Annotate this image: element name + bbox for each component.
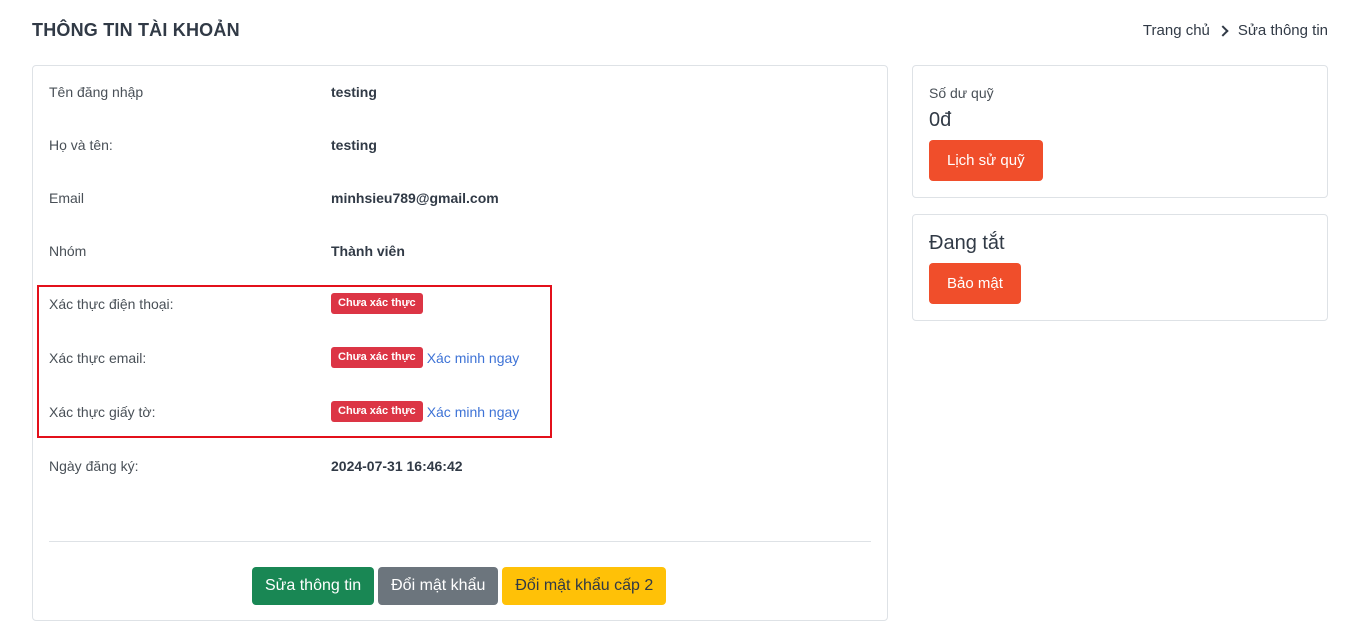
info-row-verify-email: Xác thực email: Chưa xác thực Xác minh n…	[49, 347, 869, 371]
change-password-level2-button[interactable]: Đổi mật khẩu cấp 2	[502, 567, 667, 605]
card-divider	[49, 541, 871, 542]
info-row-fullname: Họ và tên: testing	[49, 134, 869, 158]
email-label: Email	[49, 190, 85, 206]
page-title: THÔNG TIN TÀI KHOẢN	[32, 20, 240, 40]
change-password-button[interactable]: Đổi mật khẩu	[378, 567, 499, 605]
edit-info-button[interactable]: Sửa thông tin	[252, 567, 375, 605]
verify-phone-value: Chưa xác thực	[331, 293, 423, 314]
verify-docs-value: Chưa xác thực Xác minh ngay	[331, 401, 519, 422]
register-date-label: Ngày đăng ký:	[49, 458, 139, 474]
info-row-email: Email minhsieu789@gmail.com	[49, 187, 869, 211]
verify-phone-status-badge: Chưa xác thực	[331, 293, 423, 314]
fullname-value: testing	[331, 137, 377, 153]
breadcrumb-current: Sửa thông tin	[1237, 22, 1328, 39]
verify-email-status-badge: Chưa xác thực	[331, 347, 423, 368]
security-card: Đang tắt Bảo mật	[912, 214, 1328, 321]
verify-email-value: Chưa xác thực Xác minh ngay	[331, 347, 519, 368]
email-value: minhsieu789@gmail.com	[331, 190, 499, 206]
verify-phone-label: Xác thực điện thoại:	[49, 296, 174, 312]
breadcrumb: Trang chủ Sửa thông tin	[1143, 22, 1328, 39]
action-buttons: Sửa thông tin Đổi mật khẩu Đổi mật khẩu …	[252, 567, 670, 605]
page-header: THÔNG TIN TÀI KHOẢN Trang chủ Sửa thông …	[32, 0, 1328, 62]
group-label: Nhóm	[49, 243, 87, 259]
register-date-value: 2024-07-31 16:46:42	[331, 458, 463, 474]
balance-value: 0đ	[929, 109, 952, 131]
breadcrumb-home-link[interactable]: Trang chủ	[1143, 22, 1210, 39]
security-status: Đang tắt	[929, 232, 1005, 254]
balance-card: Số dư quỹ 0đ Lịch sử quỹ	[912, 65, 1328, 198]
fullname-label: Họ và tên:	[49, 137, 113, 153]
verify-docs-status-badge: Chưa xác thực	[331, 401, 423, 422]
info-row-verify-docs: Xác thực giấy tờ: Chưa xác thực Xác minh…	[49, 401, 869, 425]
verify-docs-link[interactable]: Xác minh ngay	[427, 404, 520, 420]
verify-email-link[interactable]: Xác minh ngay	[427, 350, 520, 366]
info-row-register-date: Ngày đăng ký: 2024-07-31 16:46:42	[49, 455, 869, 479]
username-value: testing	[331, 84, 377, 100]
verify-email-label: Xác thực email:	[49, 350, 147, 366]
username-label: Tên đăng nhập	[49, 84, 144, 100]
chevron-right-icon	[1218, 24, 1228, 38]
info-row-verify-phone: Xác thực điện thoại: Chưa xác thực	[49, 293, 869, 317]
account-info-card: Tên đăng nhập testing Họ và tên: testing…	[32, 65, 888, 621]
verify-docs-label: Xác thực giấy tờ:	[49, 404, 156, 420]
group-value: Thành viên	[331, 243, 405, 259]
balance-label: Số dư quỹ	[929, 85, 994, 101]
info-row-username: Tên đăng nhập testing	[49, 81, 869, 105]
info-row-group: Nhóm Thành viên	[49, 240, 869, 264]
fund-history-button[interactable]: Lịch sử quỹ	[929, 140, 1043, 181]
security-button[interactable]: Bảo mật	[929, 263, 1021, 304]
